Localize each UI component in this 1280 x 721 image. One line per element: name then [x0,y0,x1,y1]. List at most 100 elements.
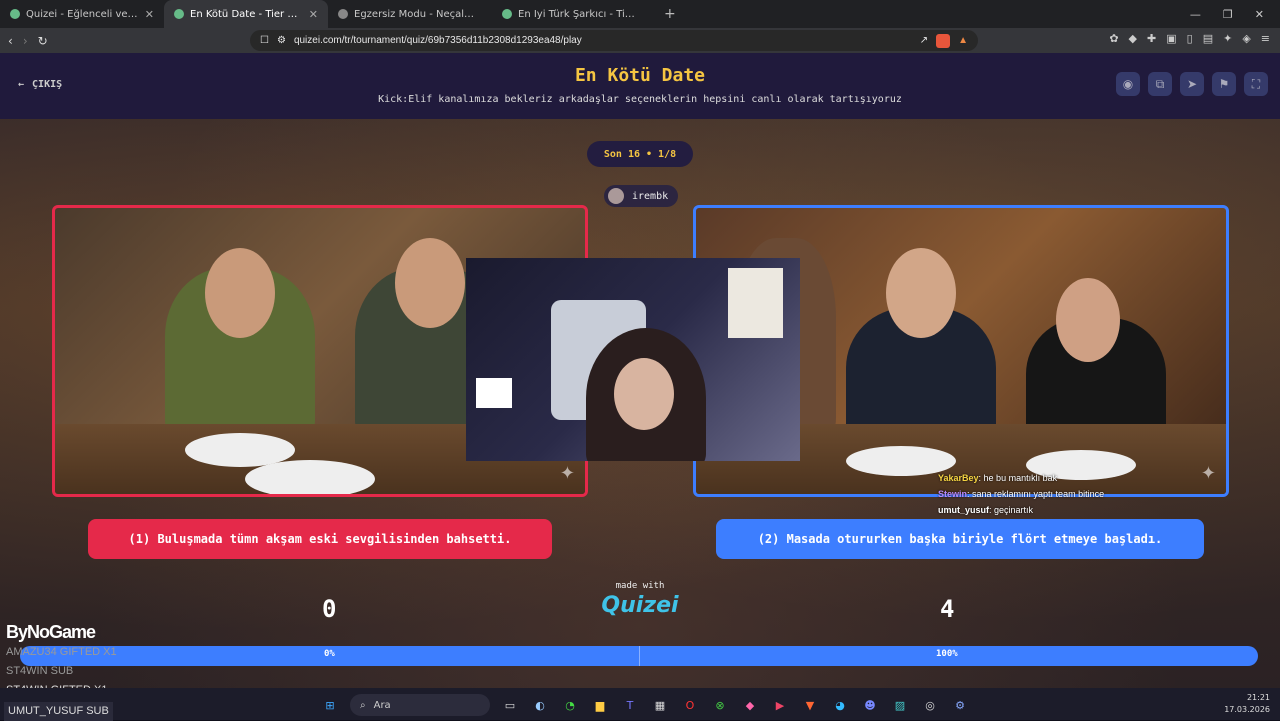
streamer-webcam [466,258,800,461]
tab-quizei-home[interactable]: Quizei - Eğlenceli ve etkileşimli quizle… [0,0,164,28]
minimize-icon[interactable]: — [1190,8,1201,21]
url-text: quizei.com/tr/tournament/quiz/69b7356d11… [293,35,582,46]
extension-icon[interactable]: ▣ [1166,32,1176,45]
extensions-area: ✿ ◆ ✚ ▣ ▯ ▤ ✦ ◈ ≡ [1109,32,1270,45]
quiz-title: En Kötü Date [574,65,706,86]
choice-right-button[interactable]: (2) Masada otururken başka biriyle flört… [716,519,1204,559]
app-icon[interactable]: ▨ [890,695,910,715]
sparkle-icon: ✦ [559,463,575,484]
flag-icon[interactable]: ⚑ [1212,72,1236,96]
address-bar[interactable]: ☐ ⚙ quizei.com/tr/tournament/quiz/69b735… [250,30,978,51]
tiger-poster [728,268,783,338]
sidebar-icon[interactable]: ▯ [1187,32,1193,45]
extension-icon[interactable]: ✿ [1109,32,1118,45]
choice-left-button[interactable]: (1) Buluşmada tümn akşam eski sevgilisin… [88,519,552,559]
vpn-icon[interactable]: ◈ [1242,32,1250,45]
man-head [886,248,956,338]
bynogame-logo: ByNoGame [6,622,96,642]
extension-icon[interactable]: ◆ [1129,32,1137,45]
taskbar-search[interactable]: ⌕ Ara [350,694,490,716]
tab-en-kotu-date[interactable]: En Kötü Date - Tier List, Kör Sıral✕ [164,0,328,28]
teams-icon[interactable]: T [620,695,640,715]
obs-icon[interactable]: ◎ [920,695,940,715]
system-clock[interactable]: 21:21 17.03.2026 [1224,692,1270,716]
woman-head [205,248,275,338]
xbox-icon[interactable]: ⊗ [710,695,730,715]
forward-icon[interactable]: › [23,34,28,48]
app-icon[interactable]: ◔ [560,695,580,715]
menu-icon[interactable]: ≡ [1261,32,1270,45]
score-left: 0 [322,595,337,623]
wallet-icon[interactable]: ▤ [1203,32,1213,45]
browser-tab-bar: Quizei - Eğlenceli ve etkileşimli quizle… [0,0,1280,28]
woman-right-head [1056,278,1120,362]
opera-icon[interactable]: O [680,695,700,715]
alert-line: ST4WIN SUB [6,665,74,677]
score-right: 4 [940,595,955,623]
discord-icon[interactable]: ☻ [860,695,880,715]
quiz-subtitle: Kick:Elif kanalımıza bekleriz arkadaşlar… [378,94,902,105]
brave-icon[interactable]: ▼ [800,695,820,715]
percent-left: 0% [324,649,335,659]
quizei-logo[interactable]: Quizei [596,593,684,618]
brave-rewards-icon[interactable]: ▲ [958,35,968,46]
browser-toolbar: ‹ › ↻ ☐ ⚙ quizei.com/tr/tournament/quiz/… [0,28,1280,53]
quiz-page: ← ÇIKIŞ En Kötü Date Kick:Elif kanalımız… [0,53,1280,688]
send-icon[interactable]: ➤ [1180,72,1204,96]
app-icon[interactable]: ◆ [740,695,760,715]
made-with-label: made with [615,581,665,591]
calendar-icon[interactable]: ▦ [650,695,670,715]
bookmark-icon[interactable]: ☐ [260,35,269,46]
brave-shield-icon[interactable] [936,33,951,48]
progress-divider [639,646,640,666]
vote-progress-bar: 0% 100% [20,646,1258,666]
chat-message: umut_yusuf: geçinartık [938,505,1034,515]
percent-right: 100% [936,649,958,659]
tab-favicon-icon [338,9,348,19]
man-head [395,238,465,328]
task-view-icon[interactable]: ▭ [500,695,520,715]
leo-icon[interactable]: ✦ [1223,32,1232,45]
edge-icon[interactable]: ◕ [830,695,850,715]
tab-en-iyi-turk-sarkici[interactable]: En İyi Türk Şarkıcı - Tier List | Blind … [492,0,656,28]
stream-chat: YakarBey: he bu mantıklı bak Stewin: san… [938,470,1104,518]
tab-favicon-icon [502,9,512,19]
new-tab-button[interactable]: + [656,6,684,22]
alert-line: AMAZU34 GIFTED X1 [6,646,117,658]
steam-icon[interactable]: ⚙ [950,695,970,715]
site-info-icon[interactable]: ⚙ [277,35,286,46]
close-tab-icon[interactable]: ✕ [309,8,318,21]
share-icon[interactable]: ↗ [920,35,928,46]
round-badge: Son 16 • 1/8 [587,141,693,167]
stream-alert-overlay-last: UMUT_YUSUF SUB [4,699,113,721]
monitor [476,378,512,408]
copy-icon[interactable]: ⧉ [1148,72,1172,96]
streamer-face [614,358,674,430]
close-tab-icon[interactable]: ✕ [145,8,154,21]
close-window-icon[interactable]: ✕ [1255,8,1264,21]
quiz-header: ← ÇIKIŞ En Kötü Date Kick:Elif kanalımız… [0,53,1280,119]
search-icon: ⌕ [360,699,366,711]
media-player-icon[interactable]: ▶ [770,695,790,715]
file-explorer-icon[interactable]: ▆ [590,695,610,715]
puzzle-icon[interactable]: ✚ [1147,32,1156,45]
fullscreen-icon[interactable]: ⛶ [1244,72,1268,96]
back-icon[interactable]: ‹ [8,34,13,48]
tab-favicon-icon [174,9,184,19]
reload-icon[interactable]: ↻ [38,34,48,48]
window-controls: — ❐ ✕ [1174,0,1280,28]
taskbar: ⊞ ⌕ Ara ▭ ◐ ◔ ▆ T ▦ O ⊗ ◆ ▶ ▼ ◕ ☻ ▨ ◎ ⚙ … [0,688,1280,720]
copilot-icon[interactable]: ◐ [530,695,550,715]
plate [245,460,375,494]
taskbar-icons: ⊞ ⌕ Ara ▭ ◐ ◔ ▆ T ▦ O ⊗ ◆ ▶ ▼ ◕ ☻ ▨ ◎ ⚙ [320,694,970,716]
alert-line: UMUT_YUSUF SUB [4,702,113,721]
creator-chip[interactable]: irembk [604,185,679,207]
maximize-icon[interactable]: ❐ [1223,8,1233,21]
header-tools: ◉ ⧉ ➤ ⚑ ⛶ [1116,72,1268,96]
chat-message: YakarBey: he bu mantıklı bak [938,473,1058,483]
chat-message: Stewin: sana reklamını yaptı team bitinc… [938,489,1105,499]
sparkle-icon: ✦ [1200,463,1216,484]
windows-start-icon[interactable]: ⊞ [320,695,340,715]
tab-egzersiz-modu[interactable]: Egzersiz Modu - Neçaliyo [328,0,492,28]
eye-icon[interactable]: ◉ [1116,72,1140,96]
